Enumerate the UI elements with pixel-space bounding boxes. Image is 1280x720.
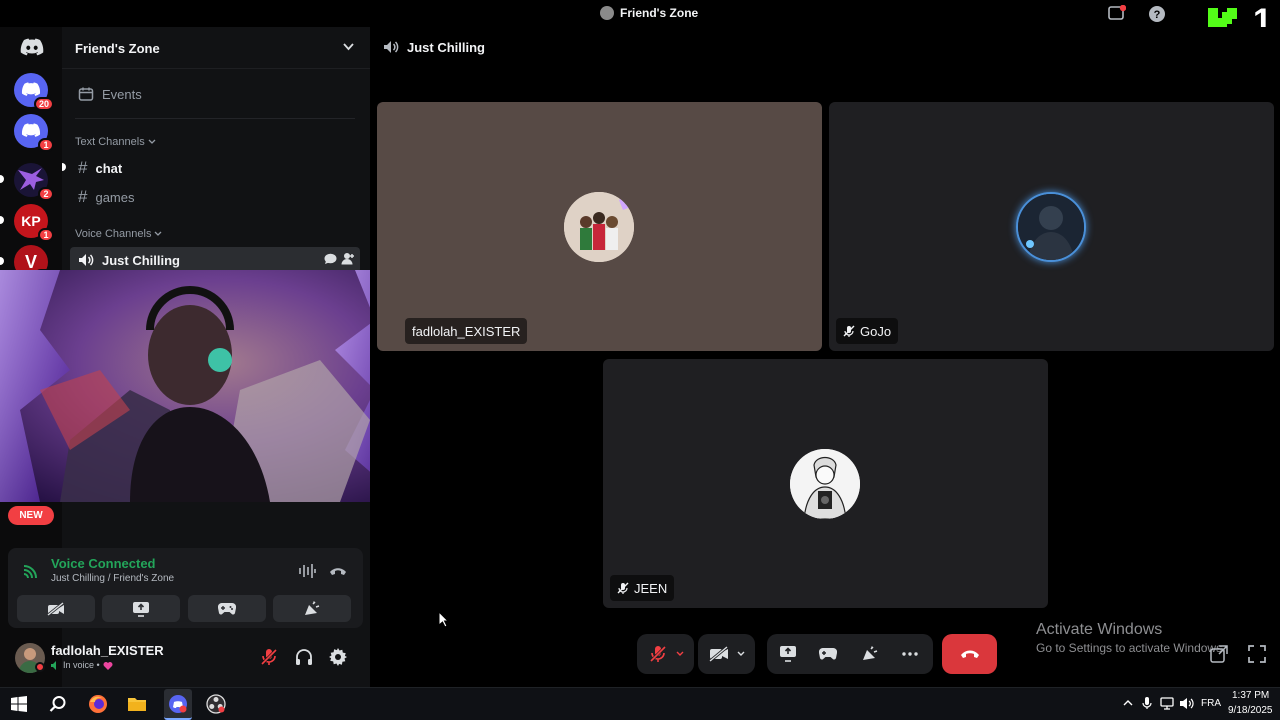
svg-text:?: ? bbox=[1154, 9, 1161, 21]
clock-time[interactable]: 1:37 PM bbox=[1232, 690, 1269, 701]
channel-games[interactable]: # games bbox=[70, 184, 360, 210]
unread-badge: 1 bbox=[38, 138, 54, 152]
volume-icon[interactable] bbox=[1179, 697, 1195, 710]
camera-off-icon bbox=[708, 646, 729, 662]
firefox-icon[interactable] bbox=[87, 693, 109, 715]
tray-overflow-icon[interactable] bbox=[1123, 699, 1133, 706]
server-icon-3[interactable]: 2 bbox=[14, 163, 54, 201]
channel-title: Just Chilling bbox=[407, 40, 485, 55]
mute-toggle-button[interactable] bbox=[637, 634, 694, 674]
clock-date[interactable]: 9/18/2025 bbox=[1228, 705, 1273, 716]
screen-share-icon bbox=[132, 601, 150, 617]
screen-share-icon[interactable] bbox=[779, 645, 797, 662]
avatar bbox=[1016, 192, 1086, 262]
windows-start-icon[interactable] bbox=[8, 693, 30, 715]
unread-badge: 1 bbox=[38, 228, 54, 242]
activity-button[interactable] bbox=[188, 595, 266, 622]
language-indicator[interactable]: FRA bbox=[1201, 698, 1221, 709]
new-badge[interactable]: NEW bbox=[8, 506, 54, 525]
chevron-down-icon[interactable] bbox=[676, 651, 684, 657]
gamepad-icon bbox=[218, 602, 236, 615]
category-voice-channels[interactable]: Voice Channels bbox=[75, 228, 162, 240]
camera-off-icon bbox=[47, 601, 65, 616]
signal-icon[interactable] bbox=[22, 562, 40, 580]
participant-tile[interactable]: JEEN bbox=[603, 359, 1048, 608]
server-icon-kp[interactable]: KP 1 bbox=[14, 204, 54, 242]
gamepad-icon[interactable] bbox=[819, 647, 837, 660]
camera-toggle-button[interactable] bbox=[698, 634, 755, 674]
screen-share-button[interactable] bbox=[102, 595, 180, 622]
speaker-icon bbox=[78, 253, 94, 267]
avatar bbox=[564, 192, 634, 262]
heart-icon bbox=[103, 661, 113, 670]
discord-app-icon bbox=[167, 693, 189, 715]
disconnect-button[interactable] bbox=[942, 634, 997, 674]
participant-nameplate: fadlolah_EXISTER bbox=[405, 318, 528, 344]
soundboard-icon[interactable] bbox=[861, 645, 879, 662]
participant-tile[interactable]: fadlolah_EXISTER bbox=[377, 102, 822, 351]
server-icon-2[interactable]: 1 bbox=[14, 114, 54, 152]
taskbar bbox=[0, 687, 1280, 720]
muted-mic-icon bbox=[648, 644, 668, 664]
microphone-tray-icon[interactable] bbox=[1142, 696, 1152, 710]
voice-location[interactable]: Just Chilling / Friend's Zone bbox=[51, 573, 174, 584]
category-text-channels[interactable]: Text Channels bbox=[75, 136, 156, 148]
noise-suppression-icon[interactable] bbox=[298, 563, 316, 579]
more-options-icon[interactable] bbox=[902, 652, 918, 656]
soundboard-button[interactable] bbox=[273, 595, 351, 622]
muted-mic-icon bbox=[617, 582, 629, 594]
hash-icon: # bbox=[78, 158, 88, 177]
avatar bbox=[790, 449, 860, 519]
headphones-icon[interactable] bbox=[295, 648, 313, 666]
chevron-down-icon[interactable] bbox=[737, 651, 745, 657]
inbox-icon[interactable] bbox=[1108, 5, 1126, 22]
add-user-icon[interactable] bbox=[341, 252, 355, 265]
chat-bubble-icon[interactable] bbox=[324, 253, 337, 265]
voice-status[interactable]: Voice Connected bbox=[51, 556, 156, 571]
username[interactable]: fadlolah_EXISTER bbox=[51, 643, 164, 658]
participant-nameplate: GoJo bbox=[836, 318, 899, 344]
unread-badge: 20 bbox=[33, 97, 54, 111]
window-title: Friend's Zone bbox=[600, 6, 698, 20]
settings-gear-icon[interactable] bbox=[329, 648, 347, 666]
voice-icon bbox=[51, 660, 60, 670]
channel-chat[interactable]: # chat bbox=[70, 155, 360, 181]
file-explorer-icon[interactable] bbox=[126, 693, 148, 715]
unread-badge: 2 bbox=[38, 187, 54, 201]
server-name: Friend's Zone bbox=[75, 41, 160, 56]
help-icon[interactable]: ? bbox=[1148, 5, 1166, 23]
search-icon[interactable] bbox=[47, 693, 69, 715]
speaker-icon bbox=[383, 40, 399, 54]
hang-up-icon bbox=[960, 648, 980, 660]
participant-tile[interactable]: GoJo bbox=[829, 102, 1274, 351]
divider bbox=[75, 118, 355, 119]
discord-home-icon[interactable] bbox=[20, 38, 44, 58]
chevron-down-icon bbox=[154, 231, 162, 237]
server-avatar-icon bbox=[600, 6, 614, 20]
camera-off-button[interactable] bbox=[17, 595, 95, 622]
popout-icon[interactable] bbox=[1210, 645, 1228, 663]
calendar-icon bbox=[78, 86, 94, 102]
chevron-down-icon[interactable] bbox=[343, 43, 354, 51]
disconnect-icon[interactable] bbox=[329, 565, 347, 577]
user-status: In voice • bbox=[51, 660, 113, 670]
activation-watermark-title: Activate Windows bbox=[1036, 621, 1163, 638]
obs-icon[interactable] bbox=[205, 693, 227, 715]
mouse-cursor-icon bbox=[438, 611, 449, 628]
soundboard-icon bbox=[303, 600, 321, 617]
mute-icon[interactable] bbox=[260, 648, 278, 666]
hash-icon: # bbox=[78, 187, 88, 206]
server-icon-1[interactable]: 20 bbox=[14, 73, 54, 111]
participant-nameplate: JEEN bbox=[610, 575, 675, 601]
events-item[interactable]: Events bbox=[70, 81, 360, 107]
chevron-down-icon bbox=[148, 139, 156, 145]
muted-mic-icon bbox=[843, 325, 855, 337]
network-icon[interactable] bbox=[1159, 697, 1175, 710]
fullscreen-icon[interactable] bbox=[1248, 645, 1266, 663]
activation-watermark-subtitle: Go to Settings to activate Windows. bbox=[1036, 641, 1226, 655]
online-status-dot bbox=[35, 662, 45, 672]
camera-preview[interactable] bbox=[0, 270, 415, 502]
